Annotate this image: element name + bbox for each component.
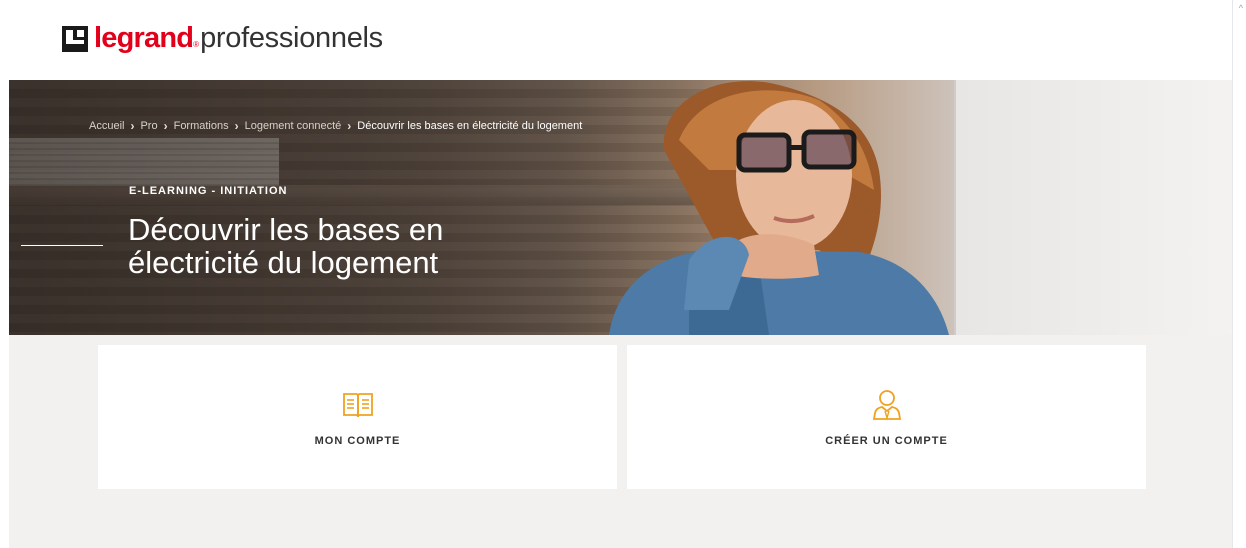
hero-banner: Accueil › Pro › Formations › Logement co…: [9, 80, 1235, 335]
hero-divider-line: [21, 245, 103, 246]
mon-compte-card[interactable]: MON COMPTE: [98, 345, 617, 489]
page-title: Découvrir les bases en électricité du lo…: [128, 212, 444, 280]
content-area: MON COMPTE CRÉER UN COMPTE: [9, 335, 1235, 548]
breadcrumb-separator-icon: ›: [234, 119, 239, 133]
book-icon: [342, 393, 373, 418]
breadcrumb-item-pro[interactable]: Pro: [140, 120, 157, 132]
breadcrumb: Accueil › Pro › Formations › Logement co…: [89, 119, 582, 133]
logo-subtitle: professionnels: [200, 22, 383, 54]
breadcrumb-item-formations[interactable]: Formations: [174, 120, 229, 132]
creer-un-compte-card[interactable]: CRÉER UN COMPTE: [627, 345, 1146, 489]
user-icon: [872, 390, 901, 421]
legrand-logo[interactable]: legrand ® professionnels: [62, 22, 383, 55]
mon-compte-label: MON COMPTE: [314, 435, 401, 447]
vertical-scrollbar[interactable]: ^: [1232, 0, 1246, 548]
logo-brand-text: legrand: [94, 22, 194, 54]
creer-un-compte-label: CRÉER UN COMPTE: [825, 435, 948, 447]
breadcrumb-item-accueil[interactable]: Accueil: [89, 120, 124, 132]
breadcrumb-item-logement-connecte[interactable]: Logement connecté: [245, 120, 342, 132]
legrand-logo-mark-icon: [62, 25, 88, 52]
breadcrumb-current: Découvrir les bases en électricité du lo…: [357, 120, 583, 132]
site-header: legrand ® professionnels: [0, 0, 1232, 80]
breadcrumb-separator-icon: ›: [347, 119, 352, 133]
hero-kicker: E-LEARNING - INITIATION: [129, 185, 288, 197]
breadcrumb-separator-icon: ›: [130, 119, 135, 133]
breadcrumb-separator-icon: ›: [163, 119, 168, 133]
logo-registered-mark: ®: [193, 40, 200, 49]
hero-woman-image: [609, 81, 949, 335]
hero-monitor: [954, 80, 1235, 335]
scroll-up-icon[interactable]: ^: [1239, 3, 1243, 13]
